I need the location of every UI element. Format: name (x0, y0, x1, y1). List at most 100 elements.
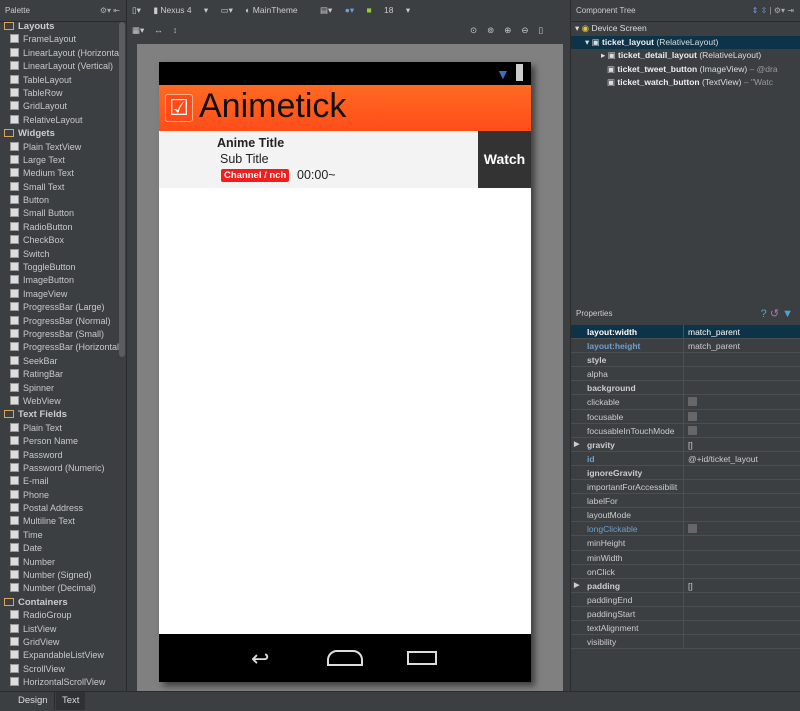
palette-item[interactable]: Phone (0, 489, 119, 502)
palette-item[interactable]: FrameLayout (0, 33, 119, 46)
property-value[interactable] (683, 409, 800, 423)
palette-item[interactable]: ProgressBar (Horizontal) (0, 341, 119, 354)
palette-item[interactable]: Password (Numeric) (0, 462, 119, 475)
palette-item[interactable]: Number (Signed) (0, 569, 119, 582)
palette-item[interactable]: Time (0, 529, 119, 542)
property-row[interactable]: minWidth (571, 550, 800, 565)
palette-item[interactable]: Small Button (0, 207, 119, 220)
device-select[interactable]: ▮ Nexus 4 ▾ (153, 5, 208, 15)
property-checkbox[interactable] (688, 397, 697, 407)
theme-select[interactable]: ◐ MainTheme (245, 5, 307, 15)
palette-item[interactable]: Postal Address (0, 502, 119, 515)
tree-tools[interactable]: ⇕ ⇳ | ⚙▾ ⇥ (752, 0, 794, 22)
palette-item[interactable]: ExpandableListView (0, 649, 119, 662)
tree-node[interactable]: ▣ ticket_tweet_button (ImageView) – @dra (571, 63, 800, 77)
tab-design[interactable]: Design (12, 692, 55, 710)
palette-item[interactable]: ScrollView (0, 663, 119, 676)
palette-category[interactable]: Layouts (0, 20, 119, 33)
property-row[interactable]: minHeight (571, 536, 800, 551)
palette-item[interactable]: LinearLayout (Vertical) (0, 60, 119, 73)
property-row[interactable]: onClick (571, 564, 800, 579)
property-row[interactable]: textAlignment (571, 620, 800, 636)
fill-height-icon[interactable]: ↕ (173, 25, 177, 35)
palette-item[interactable]: RelativeLayout (0, 114, 119, 127)
palette-item[interactable]: ToggleButton (0, 261, 119, 274)
property-value[interactable]: match_parent (683, 325, 800, 339)
palette-item[interactable]: RatingBar (0, 368, 119, 381)
property-value[interactable] (683, 465, 800, 480)
palette-item[interactable]: Person Name (0, 435, 119, 448)
palette-item[interactable]: HorizontalScrollView (0, 676, 119, 689)
home-icon[interactable] (327, 650, 363, 666)
property-value[interactable] (683, 564, 800, 578)
properties-tools[interactable]: ? ↺ ▼ (761, 305, 793, 323)
property-value[interactable] (683, 381, 800, 395)
property-value[interactable] (683, 550, 800, 564)
gear-icon[interactable]: ⚙▾ ⇤ (100, 0, 120, 22)
ticket-watch-button[interactable]: Watch (478, 131, 531, 188)
palette-item[interactable]: Number (0, 556, 119, 569)
grid-icon[interactable]: ▦▾ (132, 25, 144, 35)
property-row[interactable]: ▶ padding [] (571, 578, 800, 593)
property-checkbox[interactable] (688, 425, 697, 435)
property-value[interactable] (683, 508, 800, 522)
property-value[interactable] (683, 606, 800, 620)
palette-item[interactable]: ImageButton (0, 274, 119, 287)
zoom-in-icon[interactable]: ⊕ (504, 25, 511, 35)
property-value[interactable] (683, 367, 800, 381)
property-value[interactable] (683, 635, 800, 649)
property-row[interactable]: style (571, 353, 800, 368)
property-value[interactable]: match_parent (683, 339, 800, 353)
property-value[interactable] (683, 423, 800, 437)
palette-item[interactable]: Plain TextView (0, 141, 119, 154)
palette-category[interactable]: Containers (0, 596, 119, 609)
property-checkbox[interactable] (688, 524, 697, 534)
palette-category[interactable]: Text Fields (0, 408, 119, 421)
refresh-icon[interactable]: ▯ (539, 25, 544, 35)
locale-globe-icon[interactable]: ●▾ (345, 5, 354, 15)
property-row[interactable]: importantForAccessibilit (571, 480, 800, 495)
palette-item[interactable]: SeekBar (0, 355, 119, 368)
recents-icon[interactable] (407, 651, 437, 665)
palette-item[interactable]: ProgressBar (Normal) (0, 315, 119, 328)
palette-item[interactable]: Large Text (0, 154, 119, 167)
property-row[interactable]: clickable (571, 395, 800, 410)
tab-text[interactable]: Text (56, 692, 86, 710)
property-row[interactable]: visibility (571, 635, 800, 650)
property-value[interactable]: [] (683, 437, 800, 451)
palette-category[interactable]: Widgets (0, 127, 119, 140)
fill-width-icon[interactable]: ↔ (154, 25, 163, 35)
back-icon[interactable]: ↩ (251, 646, 269, 672)
property-value[interactable]: [] (683, 578, 800, 592)
property-row[interactable]: layoutMode (571, 508, 800, 523)
property-value[interactable] (683, 522, 800, 536)
property-value[interactable] (683, 536, 800, 550)
ticket-layout[interactable]: Anime Title Sub Title Channel / nch 00:0… (159, 131, 531, 188)
palette-item[interactable]: GridView (0, 636, 119, 649)
palette-item[interactable]: Password (0, 449, 119, 462)
palette-item[interactable]: Number (Decimal) (0, 582, 119, 595)
property-value[interactable] (683, 620, 800, 635)
property-value[interactable] (683, 494, 800, 508)
property-row[interactable]: focusableInTouchMode (571, 423, 800, 438)
palette-item[interactable]: E-mail (0, 475, 119, 488)
tree-root[interactable]: ▾ ◉ Device Screen (571, 22, 800, 36)
property-checkbox[interactable] (688, 411, 697, 421)
palette-item[interactable]: ImageView (0, 288, 119, 301)
palette-item[interactable]: Multiline Text (0, 515, 119, 528)
property-row[interactable]: background (571, 381, 800, 396)
orientation-icon[interactable]: ▭▾ (221, 5, 233, 15)
property-value[interactable] (683, 395, 800, 409)
property-row[interactable]: alpha (571, 367, 800, 382)
palette-item[interactable]: Switch (0, 248, 119, 261)
palette-item[interactable]: RadioGroup (0, 609, 119, 622)
palette-item[interactable]: GridLayout (0, 100, 119, 113)
property-row[interactable]: paddingEnd (571, 592, 800, 607)
palette-item[interactable]: Medium Text (0, 167, 119, 180)
palette-item[interactable]: Small Text (0, 181, 119, 194)
zoom-fit-icon[interactable]: ⊙ (470, 25, 477, 35)
palette-item[interactable]: ListView (0, 623, 119, 636)
expand-icon[interactable]: ▶ (574, 438, 579, 452)
palette-item[interactable]: CheckBox (0, 234, 119, 247)
palette-item[interactable]: RadioButton (0, 221, 119, 234)
